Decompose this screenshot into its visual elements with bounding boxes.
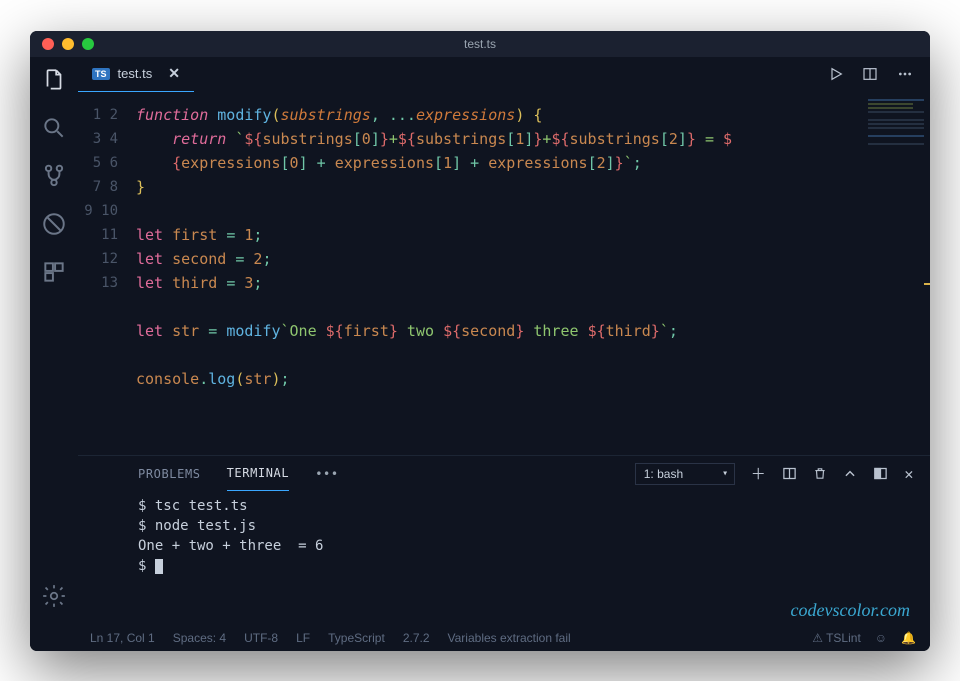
new-terminal-icon[interactable]: ＋: [751, 463, 767, 484]
editor-group: TS test.ts ✕ 1 2: [78, 57, 930, 625]
status-bar: Ln 17, Col 1 Spaces: 4 UTF-8 LF TypeScri…: [30, 625, 930, 651]
debug-icon[interactable]: [41, 211, 67, 237]
vscode-window: test.ts: [30, 31, 930, 651]
minimap[interactable]: [860, 93, 930, 455]
source-control-icon[interactable]: [41, 163, 67, 189]
status-encoding[interactable]: UTF-8: [244, 631, 278, 645]
typescript-file-icon: TS: [92, 68, 110, 80]
panel-tabs: PROBLEMS TERMINAL ••• 1: bash ＋: [78, 456, 930, 492]
maximize-panel-icon[interactable]: [843, 467, 857, 481]
status-notifications-icon[interactable]: 🔔: [901, 631, 916, 645]
activity-bar: [30, 57, 78, 625]
settings-icon[interactable]: [41, 583, 67, 609]
run-icon[interactable]: [828, 66, 844, 82]
status-message[interactable]: Variables extraction fail: [448, 631, 571, 645]
split-editor-icon[interactable]: [862, 66, 878, 82]
code-content[interactable]: function modify(substrings, ...expressio…: [136, 93, 860, 455]
status-indentation[interactable]: Spaces: 4: [173, 631, 226, 645]
status-cursor-position[interactable]: Ln 17, Col 1: [90, 631, 155, 645]
status-eol[interactable]: LF: [296, 631, 310, 645]
toggle-panel-position-icon[interactable]: [873, 466, 888, 481]
terminal-cursor: [155, 559, 163, 574]
panel-more-icon[interactable]: •••: [315, 467, 338, 481]
split-terminal-icon[interactable]: [782, 466, 797, 481]
more-actions-icon[interactable]: [896, 66, 914, 82]
line-numbers: 1 2 3 4 5 6 7 8 9 10 11 12 13: [78, 93, 136, 455]
tab-label: test.ts: [118, 66, 153, 81]
status-ts-version[interactable]: 2.7.2: [403, 631, 430, 645]
watermark-text: codevscolor.com: [791, 600, 910, 621]
editor-actions: [828, 57, 930, 92]
panel-tab-terminal[interactable]: TERMINAL: [227, 456, 290, 491]
code-editor[interactable]: 1 2 3 4 5 6 7 8 9 10 11 12 13 function m…: [78, 93, 930, 455]
titlebar: test.ts: [30, 31, 930, 57]
close-tab-icon[interactable]: ✕: [168, 65, 180, 82]
explorer-icon[interactable]: [41, 67, 67, 93]
terminal-shell-dropdown[interactable]: 1: bash: [635, 463, 735, 485]
editor-tab-test-ts[interactable]: TS test.ts ✕: [78, 57, 194, 92]
search-icon[interactable]: [41, 115, 67, 141]
status-language[interactable]: TypeScript: [328, 631, 385, 645]
close-panel-icon[interactable]: ✕: [904, 465, 914, 483]
panel-actions: 1: bash ＋: [635, 463, 914, 485]
terminal-shell-select[interactable]: 1: bash: [635, 463, 735, 485]
minimap-marker: [924, 283, 930, 285]
window-title: test.ts: [30, 37, 930, 51]
editor-tabs: TS test.ts ✕: [78, 57, 930, 93]
kill-terminal-icon[interactable]: [813, 466, 827, 481]
status-tslint[interactable]: ⚠ TSLint: [812, 631, 861, 645]
minimap-content: [868, 99, 924, 147]
workbench: TS test.ts ✕ 1 2: [30, 57, 930, 625]
status-feedback-icon[interactable]: ☺: [875, 631, 887, 645]
extensions-icon[interactable]: [41, 259, 67, 285]
panel-tab-problems[interactable]: PROBLEMS: [138, 457, 201, 491]
